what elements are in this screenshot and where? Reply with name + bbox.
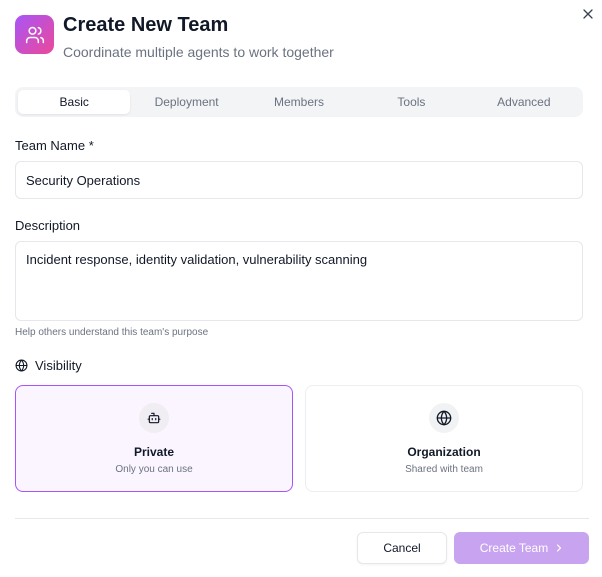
close-button[interactable] [580, 6, 596, 22]
tab-bar: Basic Deployment Members Tools Advanced [15, 87, 583, 117]
tab-members[interactable]: Members [243, 90, 355, 114]
visibility-option-private[interactable]: Private Only you can use [15, 385, 293, 492]
description-label: Description [15, 218, 81, 233]
globe-icon [15, 359, 28, 372]
organization-title: Organization [407, 445, 481, 459]
create-team-button[interactable]: Create Team [454, 532, 589, 564]
create-team-label: Create Team [479, 541, 549, 555]
team-logo [15, 15, 54, 54]
team-name-input[interactable] [15, 161, 583, 199]
tab-advanced[interactable]: Advanced [468, 90, 580, 114]
organization-subtitle: Shared with team [405, 464, 483, 475]
description-help-text: Help others understand this team's purpo… [15, 327, 209, 338]
users-icon [25, 26, 44, 43]
visibility-option-organization[interactable]: Organization Shared with team [305, 385, 583, 492]
description-input[interactable]: Incident response, identity validation, … [15, 241, 583, 321]
close-icon [583, 9, 593, 19]
dialog-header: Create New Team Coordinate multiple agen… [15, 14, 334, 61]
dialog-subtitle: Coordinate multiple agents to work toget… [63, 44, 334, 60]
tab-deployment[interactable]: Deployment [130, 90, 242, 114]
chevron-right-icon [555, 544, 563, 552]
tab-basic[interactable]: Basic [18, 90, 131, 114]
dialog-title: Create New Team [63, 14, 229, 36]
organization-icon-wrap [429, 403, 459, 433]
footer-divider [15, 518, 589, 519]
cancel-button[interactable]: Cancel [357, 532, 447, 564]
private-icon-wrap [139, 403, 169, 433]
bot-icon [147, 412, 161, 424]
tab-tools[interactable]: Tools [355, 90, 467, 114]
globe-icon [436, 410, 452, 426]
visibility-heading: Visibility [15, 358, 82, 373]
private-title: Private [133, 445, 175, 459]
visibility-label: Visibility [35, 358, 82, 373]
team-name-label: Team Name * [15, 138, 94, 153]
private-subtitle: Only you can use [115, 464, 193, 475]
